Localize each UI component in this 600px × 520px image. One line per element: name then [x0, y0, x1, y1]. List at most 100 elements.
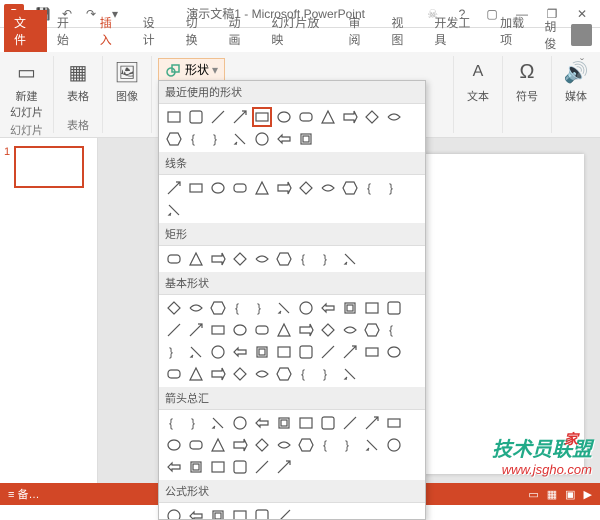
shape-item[interactable]: [230, 320, 250, 340]
shape-item[interactable]: [274, 107, 294, 127]
shape-item[interactable]: [164, 178, 184, 198]
shape-item[interactable]: {: [230, 298, 250, 318]
view-sorter-icon[interactable]: ▦: [547, 488, 557, 501]
shape-item[interactable]: [296, 129, 316, 149]
shape-item[interactable]: [252, 435, 272, 455]
shape-item[interactable]: [164, 129, 184, 149]
user-name[interactable]: 胡俊: [544, 18, 567, 52]
shape-item[interactable]: [252, 178, 272, 198]
shape-item[interactable]: }: [164, 342, 184, 362]
view-normal-icon[interactable]: ▭: [528, 488, 538, 501]
shape-item[interactable]: [186, 342, 206, 362]
shape-item[interactable]: [318, 413, 338, 433]
shape-item[interactable]: [208, 249, 228, 269]
new-slide-button[interactable]: ▭ 新建 幻灯片: [6, 56, 47, 122]
user-avatar[interactable]: [571, 24, 592, 46]
shape-item[interactable]: [274, 506, 294, 520]
symbols-button[interactable]: Ω 符号: [509, 56, 545, 106]
tab-切换[interactable]: 切换: [176, 10, 219, 52]
shape-item[interactable]: [274, 435, 294, 455]
shape-item[interactable]: [252, 506, 272, 520]
shape-item[interactable]: [362, 413, 382, 433]
tab-审阅[interactable]: 审阅: [339, 10, 382, 52]
shape-item[interactable]: [362, 342, 382, 362]
current-slide[interactable]: [424, 154, 584, 474]
shape-item[interactable]: {: [318, 435, 338, 455]
table-button[interactable]: ▦ 表格: [60, 56, 96, 106]
shape-item[interactable]: [296, 298, 316, 318]
shape-item[interactable]: [164, 107, 184, 127]
tab-设计[interactable]: 设计: [133, 10, 176, 52]
shape-item[interactable]: [186, 320, 206, 340]
shape-item[interactable]: [362, 298, 382, 318]
text-button[interactable]: A 文本: [460, 56, 496, 106]
shape-item[interactable]: [296, 107, 316, 127]
shape-item[interactable]: [186, 435, 206, 455]
shape-item[interactable]: }: [384, 178, 404, 198]
shape-item[interactable]: [318, 298, 338, 318]
shape-item[interactable]: }: [186, 413, 206, 433]
shape-item[interactable]: [230, 249, 250, 269]
view-slideshow-icon[interactable]: ▶: [584, 488, 592, 501]
shape-item[interactable]: [362, 107, 382, 127]
shapes-button[interactable]: 形状 ▾: [158, 58, 225, 81]
shape-item[interactable]: [340, 413, 360, 433]
collapse-ribbon-icon[interactable]: ˇ: [580, 56, 596, 72]
shape-item[interactable]: [230, 413, 250, 433]
shape-item[interactable]: [252, 364, 272, 384]
shape-item[interactable]: [274, 178, 294, 198]
shape-item[interactable]: {: [296, 364, 316, 384]
shape-item[interactable]: [362, 320, 382, 340]
images-button[interactable]: 🖼 图像: [109, 56, 145, 106]
shape-item[interactable]: [208, 435, 228, 455]
tab-开发工具[interactable]: 开发工具: [424, 10, 490, 52]
tab-动画[interactable]: 动画: [218, 10, 261, 52]
shape-item[interactable]: [296, 435, 316, 455]
shape-item[interactable]: [230, 457, 250, 477]
shape-item[interactable]: [164, 249, 184, 269]
shape-item[interactable]: {: [362, 178, 382, 198]
tab-插入[interactable]: 插入: [90, 10, 133, 52]
shape-item[interactable]: [252, 249, 272, 269]
tab-幻灯片放映[interactable]: 幻灯片放映: [261, 10, 338, 52]
shape-item[interactable]: [164, 435, 184, 455]
shape-item[interactable]: [340, 298, 360, 318]
shape-item[interactable]: [230, 129, 250, 149]
shape-item[interactable]: {: [164, 413, 184, 433]
shape-item[interactable]: [208, 107, 228, 127]
shape-item[interactable]: [208, 320, 228, 340]
shape-item[interactable]: [274, 364, 294, 384]
shape-item[interactable]: [252, 457, 272, 477]
shape-item[interactable]: [274, 457, 294, 477]
shape-item[interactable]: [230, 435, 250, 455]
shape-item[interactable]: [164, 364, 184, 384]
shape-item[interactable]: [164, 457, 184, 477]
shape-item[interactable]: [318, 178, 338, 198]
shape-item[interactable]: [230, 342, 250, 362]
shape-item[interactable]: [340, 107, 360, 127]
tab-开始[interactable]: 开始: [47, 10, 90, 52]
shape-item[interactable]: [340, 178, 360, 198]
shape-item[interactable]: [384, 435, 404, 455]
shape-item[interactable]: [274, 342, 294, 362]
shape-item[interactable]: [296, 320, 316, 340]
shape-item[interactable]: [274, 413, 294, 433]
tab-视图[interactable]: 视图: [381, 10, 424, 52]
shape-item[interactable]: [384, 298, 404, 318]
shape-item[interactable]: [274, 249, 294, 269]
shape-item[interactable]: [208, 178, 228, 198]
shape-item[interactable]: [186, 506, 206, 520]
shape-item[interactable]: {: [296, 249, 316, 269]
tab-file[interactable]: 文件: [4, 10, 47, 52]
shape-item[interactable]: [230, 178, 250, 198]
shape-item[interactable]: [186, 178, 206, 198]
shape-item[interactable]: [274, 298, 294, 318]
shape-item[interactable]: [186, 298, 206, 318]
shape-item[interactable]: [318, 342, 338, 362]
shape-item[interactable]: [252, 342, 272, 362]
shape-item[interactable]: [340, 320, 360, 340]
shape-item[interactable]: [208, 364, 228, 384]
slide-thumbnail[interactable]: 1: [4, 146, 93, 188]
shape-item[interactable]: [186, 364, 206, 384]
shape-item[interactable]: [164, 506, 184, 520]
